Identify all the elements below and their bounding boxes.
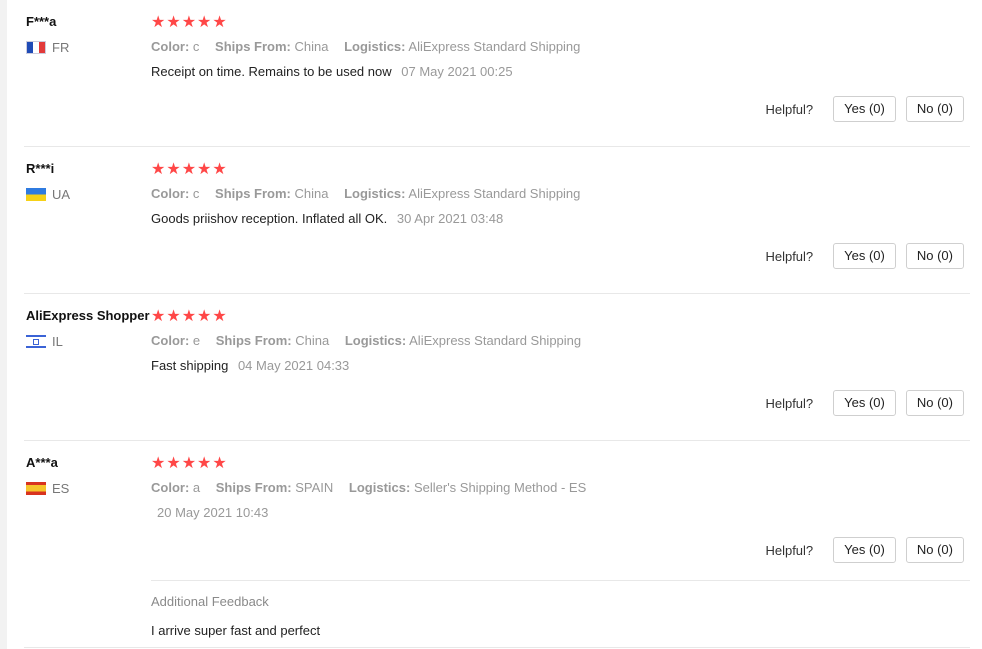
country-code: IL: [52, 334, 63, 349]
country-code: FR: [52, 40, 70, 55]
reviewer-country: ES: [26, 481, 69, 496]
country-code: ES: [52, 481, 70, 496]
helpful-no-button[interactable]: No (0): [905, 390, 964, 416]
logistics-value: AliExpress Standard Shipping: [408, 39, 581, 54]
review-meta: Color: a Ships From: SPAIN Logistics: Se…: [151, 480, 586, 495]
color-value: c: [192, 186, 200, 201]
reviewer-name: R***i: [26, 161, 55, 176]
review-meta: Color: c Ships From: China Logistics: Al…: [151, 39, 580, 54]
helpful-controls: Helpful? Yes (0) No (0): [765, 243, 964, 269]
review-item: A***a ES ★★★★★ Color: a Ships From: SPAI…: [0, 441, 982, 649]
review-divider: [24, 647, 970, 648]
helpful-yes-button[interactable]: Yes (0): [833, 243, 896, 269]
helpful-controls: Helpful? Yes (0) No (0): [765, 96, 964, 122]
additional-feedback-title: Additional Feedback: [151, 594, 269, 609]
review-text: Fast shipping: [151, 358, 229, 373]
logistics-label: Logistics:: [348, 480, 411, 495]
review-item: F***a FR ★★★★★ Color: c Ships From: Chin…: [0, 0, 982, 147]
color-label: Color:: [151, 333, 190, 348]
helpful-label: Helpful?: [765, 248, 814, 264]
helpful-label: Helpful?: [765, 395, 814, 411]
helpful-controls: Helpful? Yes (0) No (0): [765, 390, 964, 416]
country-code: UA: [52, 187, 71, 202]
ships-from-label: Ships From:: [215, 480, 292, 495]
reviewer-country: IL: [26, 334, 63, 349]
ships-from-value: China: [294, 186, 329, 201]
israel-flag-icon: [26, 335, 46, 348]
ukraine-flag-icon: [26, 188, 46, 201]
logistics-label: Logistics:: [344, 39, 406, 54]
logistics-label: Logistics:: [344, 333, 407, 348]
logistics-value: AliExpress Standard Shipping: [409, 333, 582, 348]
france-flag-icon: [26, 41, 46, 54]
color-label: Color:: [151, 186, 190, 201]
spain-flag-icon: [26, 482, 46, 495]
ships-from-label: Ships From:: [215, 186, 291, 201]
review-comment: Fast shipping 04 May 2021 04:33: [151, 358, 349, 373]
logistics-value: AliExpress Standard Shipping: [408, 186, 581, 201]
review-item: AliExpress Shopper IL ★★★★★ Color: e Shi…: [0, 294, 982, 441]
logistics-label: Logistics:: [344, 186, 406, 201]
ships-from-label: Ships From:: [215, 333, 292, 348]
helpful-yes-button[interactable]: Yes (0): [833, 390, 896, 416]
reviewer-country: FR: [26, 40, 69, 55]
review-text: Goods priishov reception. Inflated all O…: [151, 211, 388, 226]
ships-from-value: SPAIN: [295, 480, 334, 495]
helpful-no-button[interactable]: No (0): [905, 96, 964, 122]
reviewer-name: AliExpress Shopper: [26, 308, 150, 323]
review-date: 04 May 2021 04:33: [237, 358, 350, 373]
review-text: Receipt on time. Remains to be used now: [151, 64, 392, 79]
review-meta: Color: e Ships From: China Logistics: Al…: [151, 333, 581, 348]
color-label: Color:: [151, 480, 190, 495]
helpful-no-button[interactable]: No (0): [905, 243, 964, 269]
review-date: 20 May 2021 10:43: [157, 505, 269, 520]
color-value: c: [192, 39, 200, 54]
ships-from-value: China: [294, 39, 329, 54]
reviewer-name: F***a: [26, 14, 57, 29]
helpful-yes-button[interactable]: Yes (0): [833, 96, 896, 122]
color-value: e: [192, 333, 201, 348]
review-item: R***i UA ★★★★★ Color: c Ships From: Chin…: [0, 147, 982, 294]
additional-feedback: Additional Feedback I arrive super fast …: [151, 580, 970, 638]
review-meta: Color: c Ships From: China Logistics: Al…: [151, 186, 580, 201]
additional-feedback-text: I arrive super fast and perfect: [151, 623, 321, 638]
color-value: a: [192, 480, 201, 495]
star-rating: ★★★★★: [151, 14, 228, 31]
review-date: 30 Apr 2021 03:48: [396, 211, 504, 226]
color-label: Color:: [151, 39, 190, 54]
review-comment: 20 May 2021 10:43: [151, 505, 268, 520]
helpful-label: Helpful?: [765, 542, 814, 558]
star-rating: ★★★★★: [151, 308, 228, 325]
helpful-yes-button[interactable]: Yes (0): [833, 537, 896, 563]
review-date: 07 May 2021 00:25: [401, 64, 513, 79]
ships-from-value: China: [295, 333, 330, 348]
review-comment: Receipt on time. Remains to be used now …: [151, 64, 513, 79]
helpful-controls: Helpful? Yes (0) No (0): [765, 537, 964, 563]
reviewer-country: UA: [26, 187, 70, 202]
ships-from-label: Ships From:: [215, 39, 291, 54]
star-rating: ★★★★★: [151, 161, 228, 178]
helpful-label: Helpful?: [765, 101, 814, 117]
review-comment: Goods priishov reception. Inflated all O…: [151, 211, 503, 226]
reviewer-name: A***a: [26, 455, 58, 470]
logistics-value: Seller's Shipping Method - ES: [413, 480, 587, 495]
helpful-no-button[interactable]: No (0): [905, 537, 964, 563]
star-rating: ★★★★★: [151, 455, 228, 472]
